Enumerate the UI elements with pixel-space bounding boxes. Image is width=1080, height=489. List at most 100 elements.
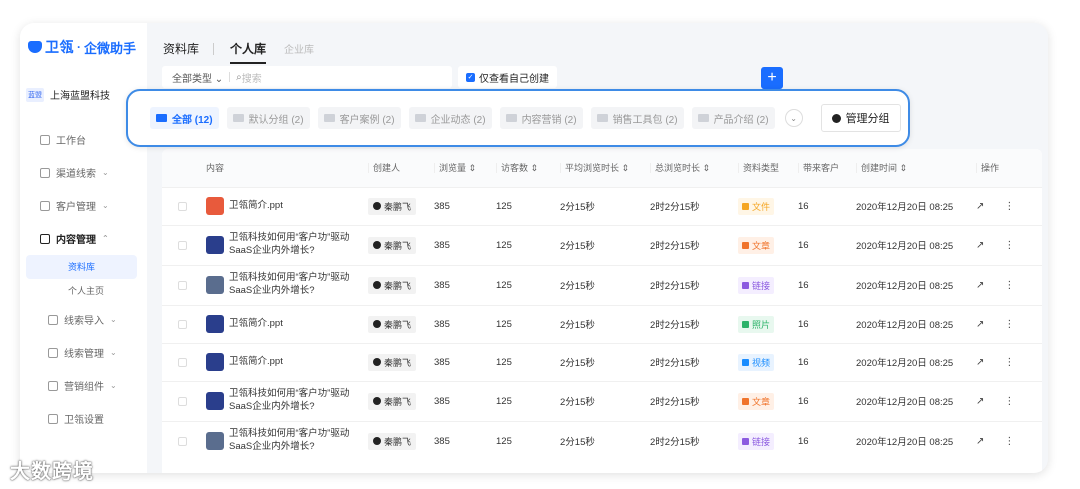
table-row[interactable]: 卫瓴科技如何用“客户功”驱动SaaS企业内外增长? 秦鹏飞 385 125 2分15秒 2… — [162, 420, 1042, 461]
content-cell[interactable]: 卫瓴科技如何用“客户功”驱动SaaS企业内外增长? — [206, 232, 362, 258]
cell-customers: 16 — [792, 224, 850, 265]
more-icon[interactable]: ⋮ — [1004, 201, 1014, 212]
column-header[interactable]: 访客数 ⇕ — [490, 149, 554, 187]
table-row[interactable]: 卫瓴科技如何用“客户功”驱动SaaS企业内外增长? 秦鹏飞 385 125 2分15秒 2… — [162, 224, 1042, 265]
more-icon[interactable]: ⋮ — [1004, 280, 1014, 291]
content-title: 卫瓴科技如何用“客户功”驱动SaaS企业内外增长? — [229, 388, 350, 412]
sidebar-item-secondary-1[interactable]: 线索管理 ⌄ — [20, 336, 147, 369]
avatar — [373, 281, 381, 289]
group-chip[interactable]: 企业动态 (2) — [408, 107, 492, 129]
cell-avg: 2分15秒 — [554, 224, 644, 265]
folder-icon — [156, 114, 167, 122]
content-cell[interactable]: 卫瓴简介.ppt — [206, 315, 362, 333]
table-row[interactable]: 卫瓴简介.ppt 秦鹏飞 385 125 2分15秒 2时2分15秒 照片 16 2020年12… — [162, 304, 1042, 343]
share-icon[interactable]: ↗ — [976, 357, 984, 368]
content-cell[interactable]: 卫瓴简介.ppt — [206, 197, 362, 215]
column-header[interactable]: 平均浏览时长 ⇕ — [554, 149, 644, 187]
content-cell[interactable]: 卫瓴科技如何用“客户功”驱动SaaS企业内外增长? — [206, 272, 362, 298]
sidebar-item-1[interactable]: 渠道线索 ⌄ — [20, 156, 147, 189]
sidebar-item-label: 渠道线索 — [56, 169, 96, 180]
group-chip[interactable]: 默认分组 (2) — [226, 107, 310, 129]
column-header[interactable]: 带来客户 — [792, 149, 850, 187]
library-tabs: 资料库 个人库 企业库 — [163, 40, 332, 64]
tab-personal-library[interactable]: 个人库 — [230, 40, 267, 64]
secondary-nav: 线索导入 ⌄ 线索管理 ⌄ 营销组件 ⌄ 卫瓴设置 — [20, 303, 147, 435]
column-header[interactable]: 浏览量 ⇕ — [428, 149, 490, 187]
column-header[interactable]: 总浏览时长 ⇕ — [644, 149, 732, 187]
cell-visitors: 125 — [490, 380, 554, 421]
folder-icon — [414, 114, 426, 122]
row-checkbox[interactable] — [178, 436, 187, 446]
thumbnail-icon — [206, 432, 224, 451]
row-checkbox[interactable] — [178, 396, 187, 406]
row-actions: ↗ ⋮ — [976, 319, 1042, 330]
row-checkbox[interactable] — [178, 240, 187, 250]
search-input[interactable]: 全部类型 ⌄ ⌕ 搜索 — [162, 66, 452, 88]
group-chip[interactable]: 产品介绍 (2) — [691, 107, 775, 129]
share-icon[interactable]: ↗ — [976, 201, 984, 212]
column-header[interactable]: 资料类型 — [732, 149, 792, 187]
sidebar-item-secondary-2[interactable]: 营销组件 ⌄ — [20, 369, 147, 402]
sidebar-item-label: 线索导入 — [64, 316, 104, 327]
type-select[interactable]: 全部类型 ⌄ — [172, 70, 223, 85]
content-cell[interactable]: 卫瓴科技如何用“客户功”驱动SaaS企业内外增长? — [206, 428, 362, 454]
group-chip[interactable]: 销售工具包 (2) — [590, 107, 684, 129]
row-checkbox[interactable] — [178, 280, 187, 290]
table-row[interactable]: 卫瓴简介.ppt 秦鹏飞 385 125 2分15秒 2时2分15秒 视频 16 2020年12… — [162, 342, 1042, 381]
share-icon[interactable]: ↗ — [976, 436, 984, 447]
content-cell[interactable]: 卫瓴简介.ppt — [206, 353, 362, 371]
sidebar-item-label: 营销组件 — [64, 382, 104, 393]
share-icon[interactable]: ↗ — [976, 240, 984, 251]
share-icon[interactable]: ↗ — [976, 396, 984, 407]
column-header[interactable]: 创建时间 ⇕ — [850, 149, 970, 187]
column-header[interactable]: 创建人 — [362, 149, 428, 187]
org-switcher[interactable]: 蓝盟 上海蓝盟科技 — [26, 87, 110, 102]
group-chip-label: 默认分组 (2) — [248, 114, 304, 126]
avatar — [373, 241, 381, 249]
row-checkbox[interactable] — [178, 201, 187, 211]
table-row[interactable]: 卫瓴科技如何用“客户功”驱动SaaS企业内外增长? 秦鹏飞 385 125 2分15秒 2… — [162, 380, 1042, 421]
creator-chip: 秦鹏飞 — [368, 392, 417, 410]
sidebar-subitem-1[interactable]: 个人主页 — [20, 279, 147, 303]
more-icon[interactable]: ⋮ — [1004, 319, 1014, 330]
cell-created: 2020年12月20日 08:25 — [850, 380, 970, 421]
more-icon[interactable]: ⋮ — [1004, 240, 1014, 251]
row-checkbox[interactable] — [178, 319, 187, 329]
org-badge: 蓝盟 — [26, 87, 44, 102]
row-checkbox[interactable] — [178, 357, 187, 367]
more-icon[interactable]: ⋮ — [1004, 396, 1014, 407]
content-title: 卫瓴简介.ppt — [229, 199, 283, 211]
only-mine-toggle[interactable]: ✓ 仅查看自己创建 — [458, 66, 557, 88]
column-header[interactable]: 操作 — [970, 149, 1042, 187]
type-label: 文件 — [752, 201, 771, 212]
cell-total: 2时2分15秒 — [644, 380, 732, 421]
sidebar-item-2[interactable]: 客户管理 ⌄ — [20, 189, 147, 222]
sidebar-subitem-0[interactable]: 资料库 — [26, 255, 137, 279]
column-header[interactable]: 内容 — [200, 149, 362, 187]
group-chip-label: 产品介绍 (2) — [713, 114, 769, 126]
sidebar-item-secondary-0[interactable]: 线索导入 ⌄ — [20, 303, 147, 336]
more-icon[interactable]: ⋮ — [1004, 436, 1014, 447]
group-chip[interactable]: 内容营销 (2) — [499, 107, 583, 129]
chevron-down-icon: ⌄ — [214, 73, 224, 85]
sidebar-item-3[interactable]: 内容管理 ⌃ — [20, 222, 147, 255]
tab-enterprise-library[interactable]: 企业库 — [284, 41, 314, 56]
add-button[interactable]: + — [761, 67, 783, 89]
more-icon[interactable]: ⋮ — [1004, 357, 1014, 368]
column-header-label: 浏览量 ⇕ — [434, 163, 477, 174]
group-chip[interactable]: 全部 (12) — [150, 107, 219, 129]
users-icon — [40, 200, 50, 211]
type-label: 视频 — [752, 357, 771, 368]
manage-groups-button[interactable]: 管理分组 — [820, 104, 901, 132]
share-icon[interactable]: ↗ — [976, 280, 984, 291]
brand-separator: · — [77, 40, 81, 54]
cell-total: 2时2分15秒 — [644, 304, 732, 343]
more-groups-button[interactable]: ⌄ — [784, 109, 803, 127]
table-row[interactable]: 卫瓴简介.ppt 秦鹏飞 385 125 2分15秒 2时2分15秒 文件 16 2020年12… — [162, 186, 1042, 225]
sidebar-item-secondary-3[interactable]: 卫瓴设置 — [20, 402, 147, 435]
table-row[interactable]: 卫瓴科技如何用“客户功”驱动SaaS企业内外增长? 秦鹏飞 385 125 2分15秒 2… — [162, 264, 1042, 305]
share-icon[interactable]: ↗ — [976, 319, 984, 330]
content-cell[interactable]: 卫瓴科技如何用“客户功”驱动SaaS企业内外增长? — [206, 388, 362, 414]
cell-avg: 2分15秒 — [554, 420, 644, 461]
group-chip[interactable]: 客户案例 (2) — [317, 107, 401, 129]
